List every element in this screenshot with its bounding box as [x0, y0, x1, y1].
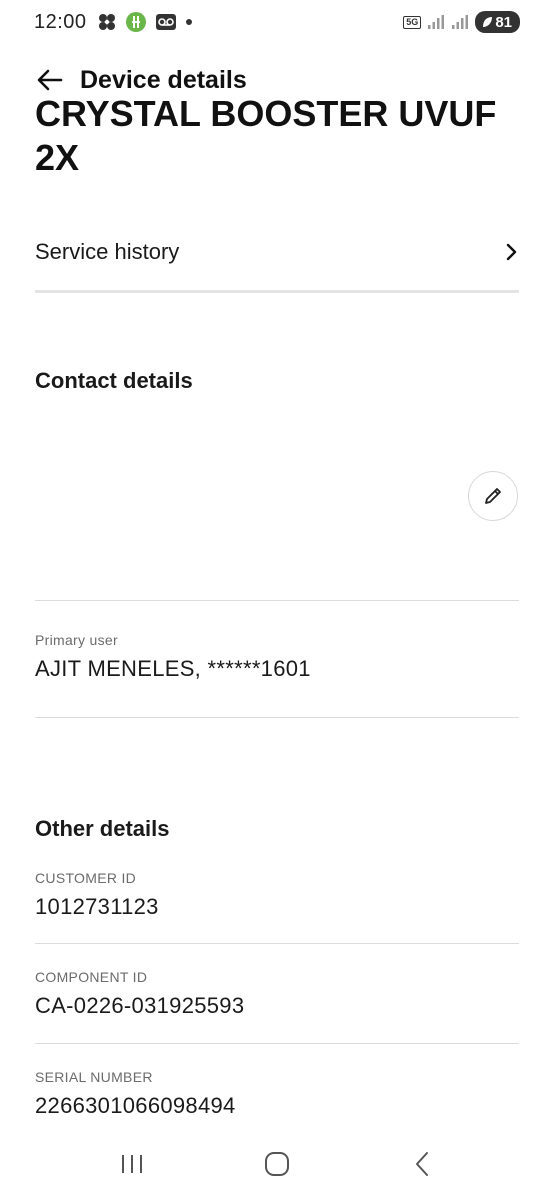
serial-number-value: 2266301066098494 [35, 1093, 236, 1118]
recent-apps-button[interactable] [102, 1140, 162, 1188]
home-button[interactable] [247, 1140, 307, 1188]
serial-number-label: SERIAL NUMBER [35, 1069, 153, 1085]
battery-icon: 81 [475, 11, 520, 33]
service-history-label: Service history [35, 239, 180, 264]
fan-icon [98, 14, 115, 30]
component-id-label: COMPONENT ID [35, 969, 148, 985]
battery-leaf-icon [483, 17, 493, 27]
customer-id-label: CUSTOMER ID [35, 870, 137, 886]
status-time: 12:00 [34, 10, 87, 33]
other-details-title: Other details [35, 816, 170, 841]
signal-icon [428, 15, 445, 29]
home-icon [264, 1152, 289, 1176]
system-nav-bar [0, 1128, 554, 1200]
scroll-edge [0, 104, 554, 116]
edit-contact-button[interactable] [468, 471, 518, 521]
divider [35, 600, 519, 601]
component-id-value: CA-0226-031925593 [35, 993, 245, 1018]
back-nav-icon [415, 1152, 428, 1176]
page-title: Device details [80, 65, 247, 94]
divider [35, 1043, 519, 1044]
dot-icon [185, 19, 192, 25]
contact-details-title: Contact details [35, 368, 193, 393]
primary-user-value: AJIT MENELES, ******1601 [35, 656, 311, 681]
section-divider [35, 290, 519, 293]
status-right: 5G 81 [403, 11, 520, 33]
customer-id-value: 1012731123 [35, 894, 159, 919]
arrow-left-icon [37, 69, 63, 91]
divider [35, 717, 519, 718]
service-history-row[interactable]: Service history [35, 222, 519, 282]
pencil-icon [485, 488, 501, 504]
device-details-screen: 12:00 5G 81 Device details CRYSTAL BOOST… [0, 0, 554, 1200]
status-bar: 12:00 5G 81 [0, 0, 554, 44]
notification-icons [97, 11, 193, 33]
signal-icon-2 [452, 15, 469, 29]
divider [35, 943, 519, 944]
status-left: 12:00 [34, 11, 193, 34]
app-notification-icon [125, 12, 146, 32]
network-badge: 5G [403, 15, 422, 29]
back-nav-button[interactable] [392, 1140, 452, 1188]
primary-user-label: Primary user [35, 632, 118, 648]
chevron-right-icon [506, 243, 517, 261]
recent-apps-icon [122, 1155, 143, 1173]
battery-level: 81 [495, 13, 512, 31]
voicemail-icon [155, 14, 176, 30]
